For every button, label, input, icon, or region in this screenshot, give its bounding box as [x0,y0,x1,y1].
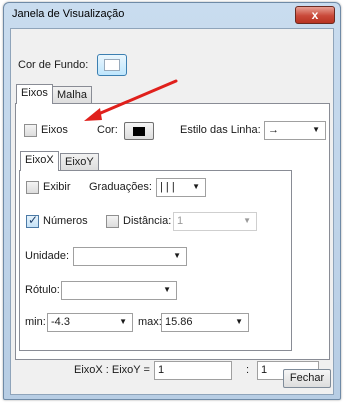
tab-eixos[interactable]: Eixos [16,84,53,104]
annotation-arrow [84,79,178,121]
tab-eixos-label: Eixos [21,87,48,99]
annotation-arrow-shaft [94,79,178,117]
tab-eixo-x[interactable]: EixoX [20,151,59,171]
tab-eixo-x-label: EixoX [25,154,54,166]
annotation-arrow-head [84,108,102,121]
